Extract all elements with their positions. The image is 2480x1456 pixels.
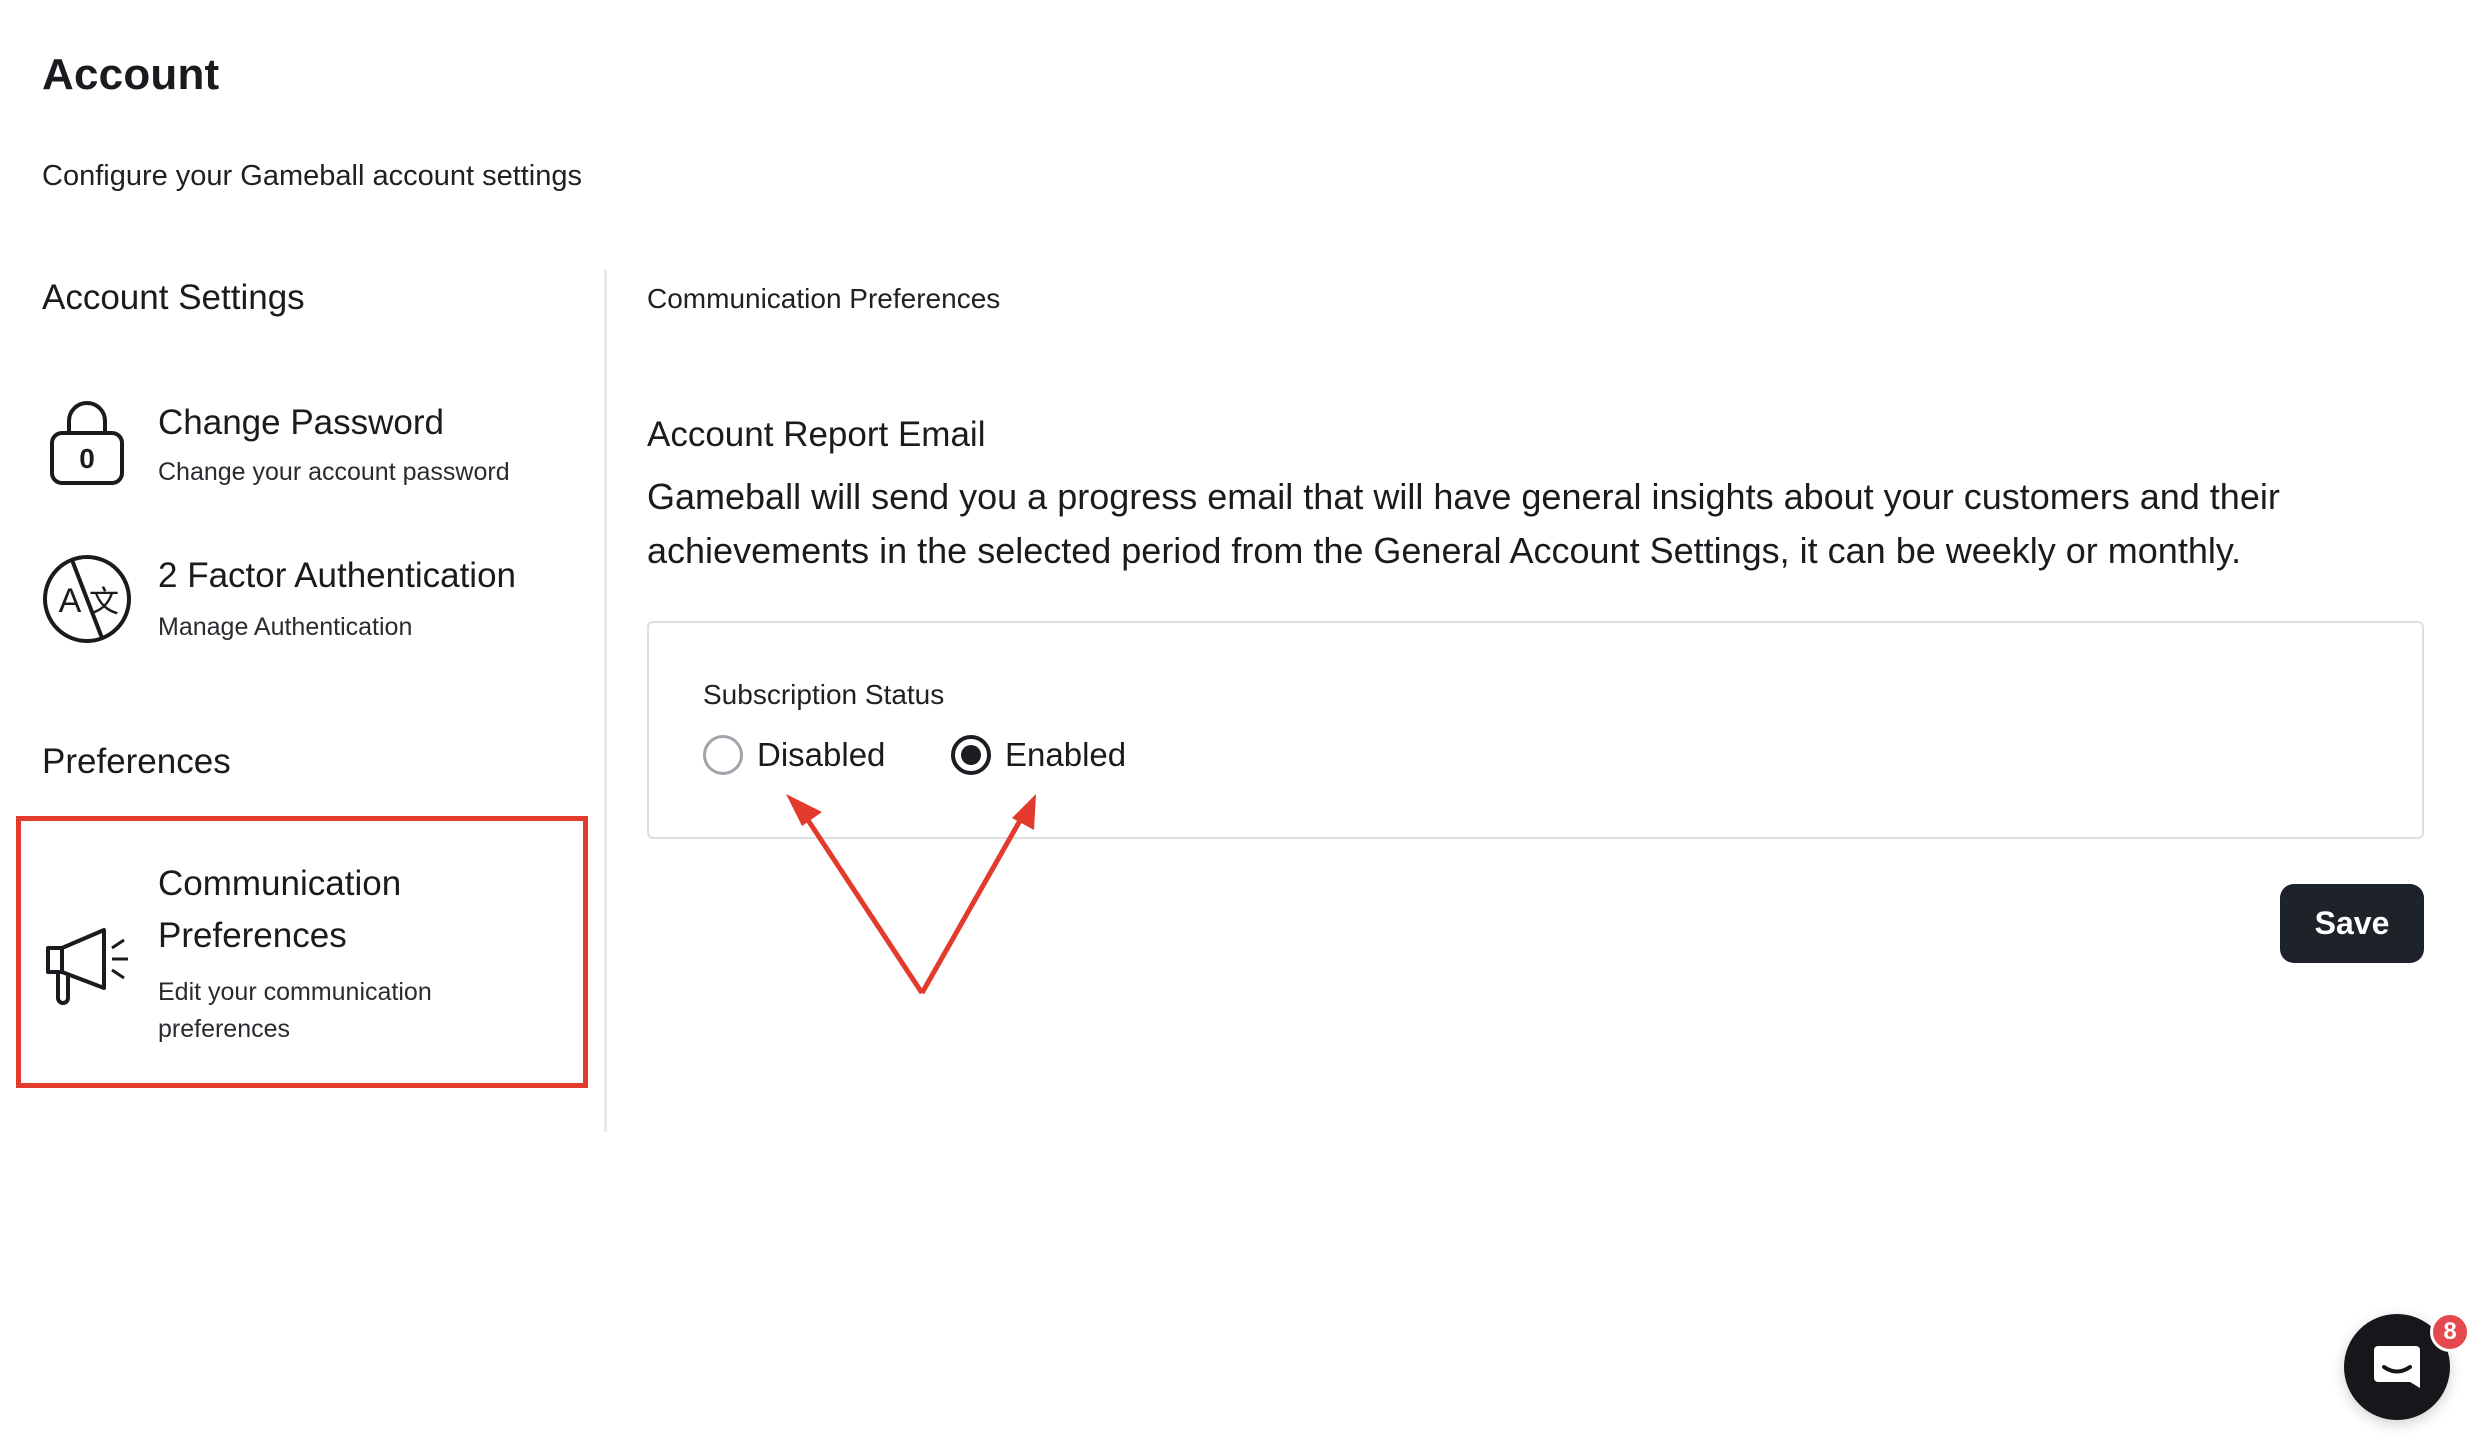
account-page: Account Configure your Gameball account …	[0, 0, 2480, 1456]
svg-text:A: A	[59, 582, 82, 620]
sidebar-item-title-line2: Preferences	[158, 916, 347, 955]
sidebar-item-title: 2 Factor Authentication	[158, 556, 516, 595]
report-description: Gameball will send you a progress email …	[647, 476, 2280, 571]
radio-enabled-label: Enabled	[1005, 736, 1127, 773]
megaphone-icon	[42, 918, 132, 1008]
notification-badge: 8	[2430, 1312, 2470, 1352]
sidebar-item-change-password[interactable]: 0 Change Password Change your account pa…	[42, 395, 582, 505]
radio-enabled-circle[interactable]	[951, 735, 991, 775]
sidebar-divider	[604, 270, 607, 1132]
translate-icon: A 文	[42, 554, 132, 644]
svg-text:文: 文	[89, 585, 119, 620]
sidebar-item-description-line1: Edit your communication	[158, 978, 432, 1006]
radio-disabled[interactable]: Disabled	[703, 733, 885, 777]
radio-disabled-circle[interactable]	[703, 735, 743, 775]
sidebar-item-description-line2: preferences	[158, 1015, 291, 1043]
preferences-heading: Preferences	[42, 742, 231, 781]
account-settings-heading: Account Settings	[42, 278, 305, 317]
subscription-status-card: Subscription Status Disabled Enabled	[647, 621, 2424, 839]
radio-enabled[interactable]: Enabled	[951, 733, 1126, 777]
sidebar-item-2fa[interactable]: A 文 2 Factor Authentication Manage Authe…	[42, 550, 582, 660]
sidebar-item-description: Manage Authentication	[158, 613, 413, 641]
breadcrumb: Communication Preferences	[647, 283, 1001, 314]
chat-icon	[2374, 1346, 2420, 1388]
page-title: Account	[42, 50, 220, 99]
subscription-status-label: Subscription Status	[703, 679, 945, 710]
save-button[interactable]: Save	[2280, 884, 2424, 963]
sidebar-item-description: Change your account password	[158, 458, 510, 486]
lock-icon-text: 0	[79, 443, 95, 474]
page-subtitle: Configure your Gameball account settings	[42, 160, 583, 192]
radio-disabled-label: Disabled	[757, 736, 886, 773]
sidebar-item-title-line1: Communication	[158, 864, 402, 903]
report-title: Account Report Email	[647, 415, 986, 454]
sidebar-item-communication-preferences[interactable]: Communication Preferences Edit your comm…	[42, 858, 582, 1058]
lock-icon: 0	[42, 395, 132, 485]
sidebar-item-title: Change Password	[158, 403, 444, 442]
